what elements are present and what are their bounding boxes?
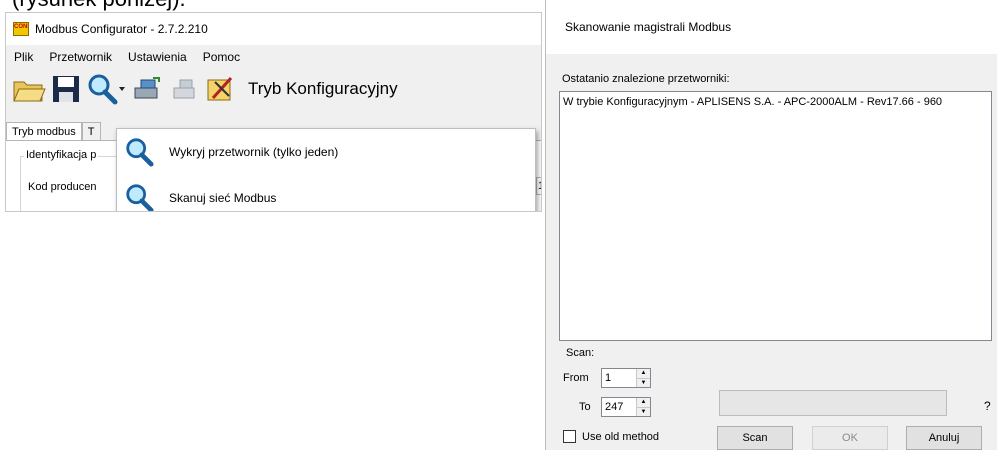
menu-bar: Plik Przetwornik Ustawienia Pomoc <box>6 45 541 69</box>
tab-second[interactable]: T <box>81 122 101 141</box>
to-label: To <box>579 401 591 413</box>
document-text-fragment: (rysunek poniżej). <box>12 0 186 12</box>
config-tools-button[interactable] <box>205 72 237 106</box>
menu-przetwornik[interactable]: Przetwornik <box>49 50 112 64</box>
to-increment-button[interactable]: ▲ <box>637 398 650 408</box>
manufacturer-code-field[interactable]: 1 <box>536 177 541 195</box>
tab-modbus-mode[interactable]: Tryb modbus <box>6 122 82 141</box>
search-icon <box>126 138 154 167</box>
tab-strip: Tryb modbus T <box>6 122 101 141</box>
menu-ustawienia[interactable]: Ustawienia <box>128 50 187 64</box>
menu-plik[interactable]: Plik <box>14 50 33 64</box>
use-old-method-checkbox[interactable]: Use old method <box>563 430 659 443</box>
from-label: From <box>563 372 589 384</box>
found-devices-list[interactable]: W trybie Konfiguracyjnym - APLISENS S.A.… <box>559 91 992 341</box>
mode-label: Tryb Konfiguracyjny <box>248 79 398 98</box>
save-icon <box>53 76 79 102</box>
menu-item-scan-network[interactable]: Skanuj sieć Modbus <box>117 175 535 211</box>
to-decrement-button[interactable]: ▼ <box>637 407 650 416</box>
menu-item-label: Skanuj sieć Modbus <box>169 191 277 205</box>
identification-group-title: Identyfikacja p <box>24 149 99 161</box>
cancel-button[interactable]: Anuluj <box>906 426 982 450</box>
scan-progress-bar <box>719 390 947 416</box>
scan-dialog: Skanowanie magistrali Modbus Ostatanio z… <box>545 0 997 450</box>
ok-button[interactable]: OK <box>812 426 888 450</box>
device-disabled-icon <box>173 79 195 99</box>
network-device-icon <box>134 77 160 99</box>
dialog-title: Skanowanie magistrali Modbus <box>546 0 997 54</box>
folder-open-icon <box>13 81 46 102</box>
menu-item-detect-single[interactable]: Wykryj przetwornik (tylko jeden) <box>117 129 535 175</box>
search-icon <box>126 184 154 211</box>
search-icon <box>88 74 118 105</box>
chevron-down-icon <box>119 87 125 91</box>
config-tools-icon <box>207 76 233 101</box>
menu-item-label: Wykryj przetwornik (tylko jeden) <box>169 145 339 159</box>
toolbar: Tryb Konfiguracyjny <box>6 69 541 109</box>
window-title: Modbus Configurator - 2.7.2.210 <box>35 22 208 36</box>
save-button[interactable] <box>51 72 81 106</box>
found-devices-label: Ostatanio znalezione przetworniki: <box>562 73 730 85</box>
from-address-stepper[interactable]: 1 ▲ ▼ <box>601 368 651 388</box>
from-address-value[interactable]: 1 <box>602 369 636 387</box>
from-increment-button[interactable]: ▲ <box>637 369 650 379</box>
use-old-method-label: Use old method <box>582 430 660 443</box>
disconnect-device-button[interactable] <box>170 72 200 106</box>
to-address-stepper[interactable]: 247 ▲ ▼ <box>601 397 651 417</box>
connect-device-button[interactable] <box>131 72 165 106</box>
to-address-value[interactable]: 247 <box>602 398 636 416</box>
app-logo-icon: CONF <box>13 22 29 36</box>
menu-pomoc[interactable]: Pomoc <box>203 50 240 64</box>
checkbox-box[interactable] <box>563 430 576 443</box>
open-button[interactable] <box>12 72 46 106</box>
detect-dropdown-button[interactable] <box>86 72 126 106</box>
modbus-configurator-window: CONF Modbus Configurator - 2.7.2.210 Pli… <box>5 12 542 212</box>
detect-dropdown-menu: Wykryj przetwornik (tylko jeden) Skanuj … <box>116 128 536 211</box>
help-icon[interactable]: ? <box>984 399 991 413</box>
scan-range-label: Scan: <box>566 347 595 359</box>
manufacturer-code-label: Kod producen <box>28 181 97 193</box>
list-item[interactable]: W trybie Konfiguracyjnym - APLISENS S.A.… <box>560 92 991 112</box>
window-titlebar: CONF Modbus Configurator - 2.7.2.210 <box>6 13 541 45</box>
from-decrement-button[interactable]: ▼ <box>637 378 650 387</box>
scan-button[interactable]: Scan <box>717 426 793 450</box>
